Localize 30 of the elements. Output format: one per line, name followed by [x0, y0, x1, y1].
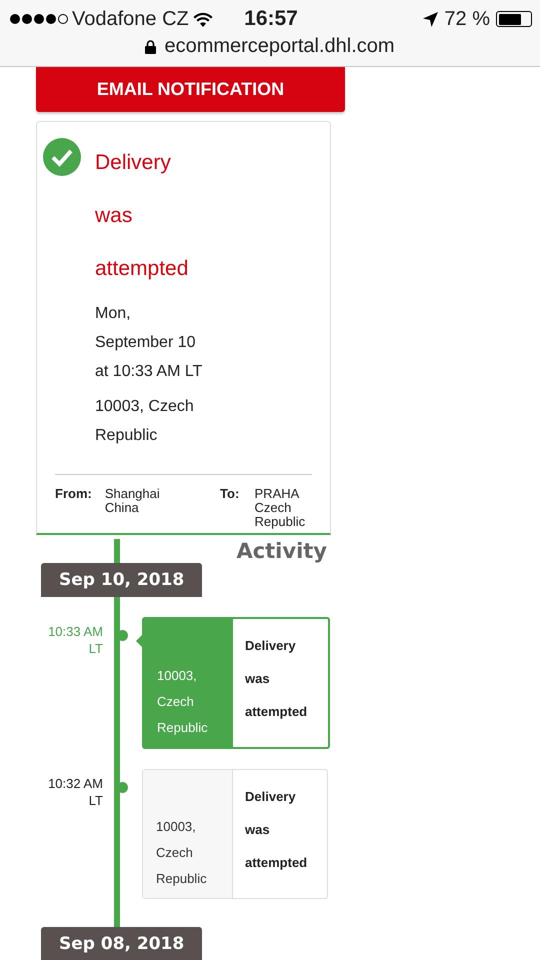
- battery-icon: [496, 11, 532, 27]
- location-arrow-icon: [423, 12, 438, 26]
- timeline-dot: [117, 630, 128, 641]
- timeline-dot: [117, 782, 128, 793]
- delivery-location: 10003, Czech Republic: [95, 397, 195, 446]
- event-time: 10:33 AM LT: [47, 623, 103, 658]
- carrier-name: Vodafone CZ: [72, 8, 189, 30]
- signal-icon: [10, 14, 68, 24]
- delivery-status: Delivery was attempted: [95, 150, 190, 282]
- url-text[interactable]: ecommerceportal.dhl.com: [164, 35, 395, 58]
- event-location: 10003, Czech Republic: [157, 667, 209, 737]
- wifi-icon: [192, 12, 213, 26]
- event-time: 10:32 AM LT: [47, 775, 103, 810]
- activity-heading: Activity: [235, 539, 328, 563]
- event-location: 10003, Czech Republic: [156, 818, 208, 888]
- clock: 16:57: [244, 7, 298, 31]
- lock-icon: [145, 40, 156, 54]
- date-header: Sep 10, 2018: [41, 563, 202, 597]
- to-value: PRAHA Czech Republic: [254, 487, 306, 529]
- to-label: To:: [220, 487, 240, 503]
- event-status: Delivery was attempted: [244, 788, 308, 872]
- from-label: From:: [55, 487, 93, 503]
- battery-percent: 72 %: [444, 8, 490, 30]
- delivery-date: Mon, September 10 at 10:33 AM LT: [95, 304, 204, 382]
- date-header: Sep 08, 2018: [41, 927, 202, 960]
- email-notification-button[interactable]: EMAIL NOTIFICATION: [36, 67, 345, 112]
- event-card[interactable]: 10003, Czech Republic Delivery was attempted: [142, 769, 328, 899]
- from-value: Shanghai China: [104, 487, 161, 517]
- event-status: Delivery was attempted: [244, 637, 308, 721]
- check-icon: [43, 138, 81, 176]
